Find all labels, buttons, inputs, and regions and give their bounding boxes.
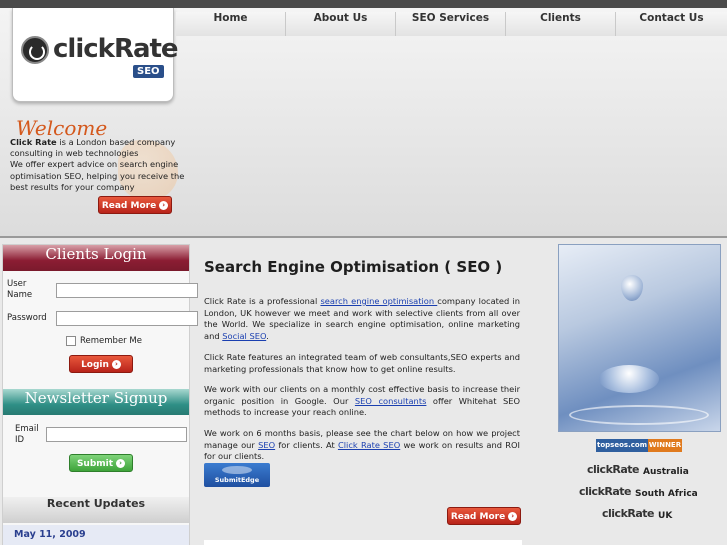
remember-me-label: Remember Me bbox=[80, 336, 142, 346]
welcome-line2: We offer expert advice on search engine … bbox=[10, 159, 185, 192]
main-nav: Home About Us SEO Services Clients Conta… bbox=[176, 12, 727, 36]
main-read-more-button[interactable]: Read More › bbox=[447, 507, 521, 525]
mini-logo-text: clickRate bbox=[579, 484, 632, 498]
welcome-brand: Click Rate bbox=[10, 137, 57, 147]
link-seo-consultants[interactable]: SEO consultants bbox=[355, 396, 427, 406]
remember-me-checkbox[interactable] bbox=[66, 336, 76, 346]
arrow-right-icon: › bbox=[116, 459, 126, 468]
country-label: South Africa bbox=[635, 489, 698, 499]
login-button[interactable]: Login › bbox=[69, 355, 133, 373]
mini-logo-text: clickRate bbox=[587, 462, 640, 476]
award-australia[interactable]: clickRate Australia bbox=[587, 461, 689, 478]
top-bar bbox=[0, 0, 727, 8]
winner-site: topseos.com bbox=[596, 439, 648, 452]
username-input[interactable] bbox=[56, 283, 198, 298]
arrow-right-icon: › bbox=[111, 360, 121, 369]
water-splash-shape bbox=[599, 365, 659, 393]
award-south-africa[interactable]: clickRate South Africa bbox=[579, 483, 698, 500]
newsletter-header: Newsletter Signup bbox=[3, 389, 189, 415]
submitedge-badge[interactable]: SubmitEdge bbox=[204, 463, 270, 487]
team-paragraph: Click Rate features an integrated team o… bbox=[204, 352, 520, 374]
p1-text-a: Click Rate is a professional bbox=[204, 296, 321, 306]
arrow-right-icon: › bbox=[159, 201, 169, 210]
nav-contact-us[interactable]: Contact Us bbox=[616, 12, 727, 36]
content-box-edge bbox=[204, 540, 522, 545]
link-seo[interactable]: SEO bbox=[258, 440, 275, 450]
water-ripple-shape bbox=[569, 405, 709, 425]
mini-logo-text: clickRate bbox=[602, 506, 655, 520]
power-icon bbox=[21, 36, 49, 64]
intro-paragraph: Click Rate is a professional search engi… bbox=[204, 296, 520, 343]
nav-about-us[interactable]: About Us bbox=[286, 12, 396, 36]
password-input[interactable] bbox=[56, 311, 198, 326]
welcome-read-more-label: Read More bbox=[101, 201, 157, 211]
link-social-seo[interactable]: Social SEO bbox=[222, 331, 266, 341]
password-label: Password bbox=[7, 313, 47, 323]
page-title: Search Engine Optimisation ( SEO ) bbox=[204, 258, 503, 276]
winner-label: WINNER bbox=[648, 439, 682, 452]
country-label: Australia bbox=[643, 467, 689, 477]
link-click-rate-seo[interactable]: Click Rate SEO bbox=[338, 440, 400, 450]
login-header: Clients Login bbox=[3, 245, 189, 271]
logo-seo-badge: SEO bbox=[133, 65, 164, 78]
country-label: UK bbox=[658, 511, 673, 521]
water-drop-image bbox=[558, 244, 721, 432]
recent-updates-header: Recent Updates bbox=[3, 497, 189, 523]
login-button-label: Login bbox=[81, 360, 109, 370]
welcome-text: Click Rate is a London based company con… bbox=[10, 137, 185, 193]
clickrate-mini-logo: clickRate bbox=[579, 484, 632, 498]
username-label: User Name bbox=[7, 279, 33, 300]
clients-paragraph: We work with our clients on a monthly co… bbox=[204, 384, 520, 419]
award-uk[interactable]: clickRate UK bbox=[602, 505, 673, 522]
email-label: Email ID bbox=[15, 424, 39, 445]
main-content: Search Engine Optimisation ( SEO ) Click… bbox=[196, 244, 548, 545]
nav-home[interactable]: Home bbox=[176, 12, 286, 36]
sidebar: Clients Login User Name Password Remembe… bbox=[2, 244, 198, 545]
link-search-engine-optimisation[interactable]: search engine optimisation bbox=[320, 296, 437, 306]
newsletter-submit-button[interactable]: Submit › bbox=[69, 454, 133, 472]
logo[interactable]: clickRate SEO bbox=[12, 8, 179, 102]
main-read-more-label: Read More bbox=[450, 512, 506, 522]
nav-seo-services[interactable]: SEO Services bbox=[396, 12, 506, 36]
header-divider bbox=[0, 236, 727, 238]
submit-button-label: Submit bbox=[76, 459, 114, 469]
clickrate-mini-logo: clickRate bbox=[587, 462, 640, 476]
water-drop-shape bbox=[621, 275, 643, 301]
logo-text: clickRate bbox=[53, 34, 179, 64]
email-input[interactable] bbox=[46, 427, 187, 442]
topseos-winner-badge[interactable]: topseos.com WINNER bbox=[596, 439, 682, 452]
p4-text-b: for clients. At bbox=[275, 439, 338, 450]
clickrate-mini-logo: clickRate bbox=[602, 506, 655, 520]
nav-clients[interactable]: Clients bbox=[506, 12, 616, 36]
welcome-read-more-button[interactable]: Read More › bbox=[98, 196, 172, 214]
update-date[interactable]: May 11, 2009 bbox=[14, 529, 86, 540]
process-paragraph: We work on 6 months basis, please see th… bbox=[204, 428, 520, 463]
p1-text-c: . bbox=[266, 331, 269, 342]
arrow-right-icon: › bbox=[508, 512, 518, 521]
